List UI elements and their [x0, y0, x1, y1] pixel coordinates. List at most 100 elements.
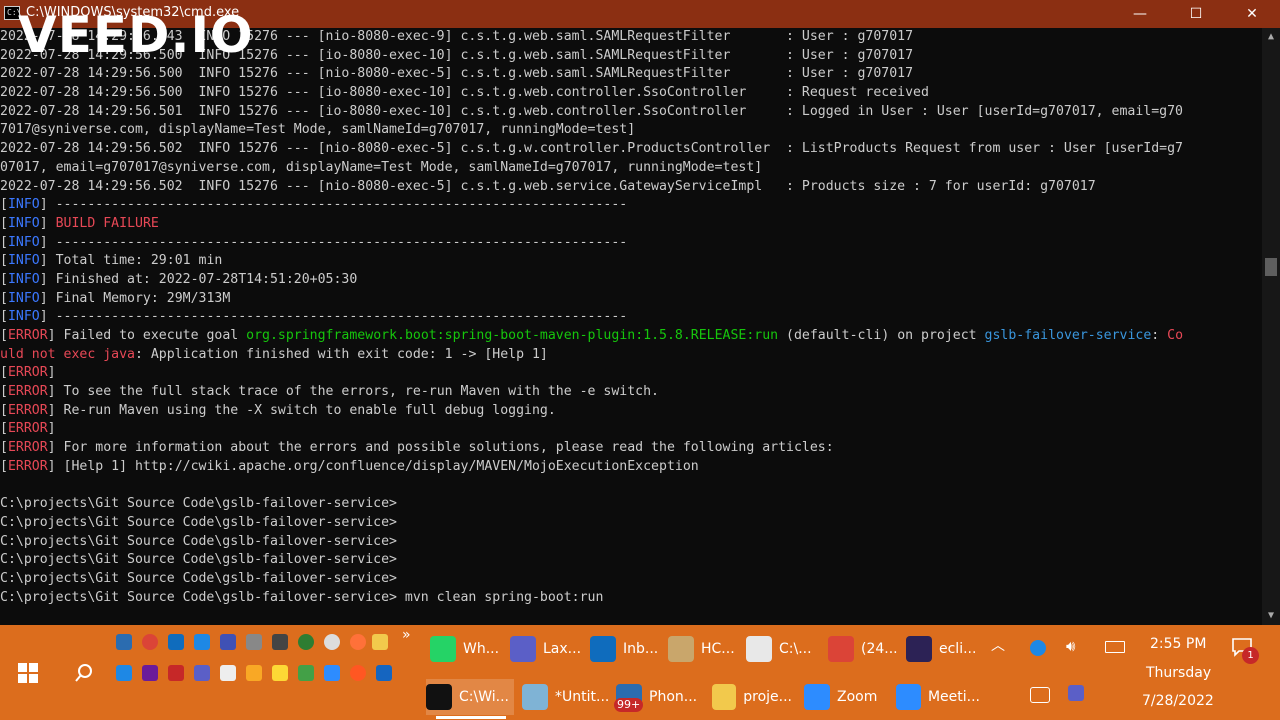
taskbar-app-eclipse[interactable]: ecli... [906, 631, 980, 667]
console-text: C:\projects\Git Source Code\gslb-failove… [0, 589, 604, 605]
console-text: INFO [7, 215, 40, 231]
console-line: [ERROR] To see the full stack trace of t… [0, 383, 1262, 402]
console-text: C:\projects\Git Source Code\gslb-failove… [0, 496, 397, 512]
chrome-icon[interactable] [142, 634, 158, 650]
taskbar-app-mail[interactable]: HC... [668, 631, 742, 667]
tool-icon[interactable] [246, 634, 262, 650]
taskbar-app-label: C:\Wi... [459, 689, 509, 705]
taskbar-app-label: Lax... [543, 641, 582, 657]
taskbar-app-chrome[interactable]: (24... [828, 631, 902, 667]
console-line: [INFO] ---------------------------------… [0, 308, 1262, 327]
console-text: 7017@syniverse.com, displayName=Test Mod… [0, 122, 636, 138]
taskbar-app-label: Zoom [837, 689, 878, 705]
console-text: ] To see the full stack trace of the err… [47, 384, 660, 400]
edge-icon[interactable] [116, 634, 132, 650]
firefox-icon[interactable] [350, 634, 366, 650]
overflow-arrow[interactable]: » [402, 627, 411, 643]
taskbar-app-notepad[interactable]: C:\... [746, 631, 820, 667]
onedrive-icon[interactable] [1030, 640, 1046, 656]
console-line: [INFO] ---------------------------------… [0, 234, 1262, 253]
console-text: 2022-07-28 14:29:56.501 INFO 15276 --- [… [0, 103, 1183, 119]
console-text: C:\projects\Git Source Code\gslb-failove… [0, 533, 397, 549]
search-icon[interactable] [68, 657, 100, 689]
azure-icon[interactable] [220, 634, 236, 650]
app-icon[interactable] [324, 634, 340, 650]
taskbar-app-cmd[interactable]: C:\Wi... [426, 679, 514, 715]
windows-start-icon[interactable] [12, 657, 44, 689]
tray-chevron-icon[interactable]: ︿ [991, 635, 1005, 655]
taskbar-app-folder[interactable]: proje... [712, 679, 792, 715]
taskbar-app-teams[interactable]: Lax... [510, 631, 584, 667]
console-text: uld not exec java [0, 346, 135, 362]
app-icon[interactable] [220, 665, 236, 681]
maximize-button[interactable]: ☐ [1168, 0, 1224, 28]
console-text: (default-cli) on project [778, 328, 985, 343]
app-icon[interactable] [116, 665, 132, 681]
console-text: ] [Help 1] http://cwiki.apache.org/confl… [47, 458, 699, 474]
teams-icon[interactable] [194, 665, 210, 681]
app-icon[interactable] [194, 634, 210, 650]
app-icon[interactable] [246, 665, 262, 681]
notification-badge: 1 [1242, 647, 1259, 664]
app-icon[interactable] [350, 665, 366, 681]
taskbar-app-label: *Untit... [555, 689, 610, 705]
clock-date[interactable]: 7/28/2022 [1142, 693, 1214, 709]
notepad-icon [746, 636, 772, 662]
star-icon[interactable] [272, 665, 288, 681]
console-line: C:\projects\Git Source Code\gslb-failove… [0, 533, 1262, 552]
zoom-icon [804, 684, 830, 710]
console-line: [ERROR] [0, 420, 1262, 439]
console-text: C:\projects\Git Source Code\gslb-failove… [0, 552, 397, 568]
console-text: INFO [7, 253, 40, 269]
console-text: [ [0, 440, 8, 456]
console-line: 2022-07-28 14:29:56.500 INFO 15276 --- [… [0, 65, 1262, 84]
close-button[interactable]: ✕ [1224, 0, 1280, 28]
console-text: [ [0, 309, 8, 325]
console-text: : Application finished with exit code: 1… [134, 346, 548, 362]
app-icon[interactable] [142, 665, 158, 681]
console-text: gslb-failover-service [984, 328, 1152, 343]
console-line: [ERROR] Re-run Maven using the -X switch… [0, 402, 1262, 421]
console-line: 2022-07-28 14:29:56.501 INFO 15276 --- [… [0, 103, 1262, 122]
app-icon[interactable] [376, 665, 392, 681]
app-icon[interactable] [298, 665, 314, 681]
zoom-icon[interactable] [324, 665, 340, 681]
scroll-thumb[interactable] [1265, 258, 1277, 276]
cmd-icon [426, 684, 452, 710]
veed-watermark: VEED.IO [18, 6, 254, 64]
scroll-up-icon[interactable]: ▲ [1262, 28, 1280, 46]
network-icon[interactable] [1030, 687, 1050, 703]
taskbar-app-outlook[interactable]: Inb... [590, 631, 664, 667]
console-text: ] [47, 421, 56, 437]
console-output[interactable]: 2022-07-28 14:29:56.243 INFO 15276 --- [… [0, 28, 1262, 625]
console-text: [ [0, 253, 8, 269]
scroll-down-icon[interactable]: ▼ [1262, 607, 1280, 625]
taskbar-app-zoom[interactable]: Zoom [804, 679, 888, 715]
tool-icon[interactable] [272, 634, 288, 650]
console-text: ] --------------------------------------… [39, 309, 628, 325]
folder-icon[interactable] [372, 634, 388, 650]
taskbar-app-zoom-meeting[interactable]: Meeti... [896, 679, 980, 715]
console-line: C:\projects\Git Source Code\gslb-failove… [0, 495, 1262, 514]
clock-time[interactable]: 2:55 PM [1150, 636, 1206, 652]
teams-icon [510, 636, 536, 662]
console-line: [ERROR] For more information about the e… [0, 439, 1262, 458]
app-icon[interactable] [168, 665, 184, 681]
whatsapp-icon [430, 636, 456, 662]
console-text: INFO [7, 234, 40, 250]
taskbar-app-notepad[interactable]: *Untit... [522, 679, 610, 715]
teams-icon[interactable] [1068, 685, 1084, 701]
console-line: [INFO] Total time: 29:01 min [0, 252, 1262, 271]
folder-icon [712, 684, 737, 710]
clock-day[interactable]: Thursday [1146, 665, 1211, 681]
battery-icon[interactable] [1105, 641, 1125, 653]
outlook-icon[interactable] [168, 634, 184, 650]
taskbar-app-whatsapp[interactable]: Wh... [430, 631, 504, 667]
minimize-button[interactable]: — [1112, 0, 1168, 28]
console-text: ERROR [7, 402, 48, 418]
vertical-scrollbar[interactable]: ▲ ▼ [1262, 28, 1280, 625]
console-line: C:\projects\Git Source Code\gslb-failove… [0, 589, 1262, 608]
volume-icon[interactable]: 🔊︎ [1066, 637, 1075, 655]
browser-icon[interactable] [298, 634, 314, 650]
console-line: [ERROR] [0, 364, 1262, 383]
